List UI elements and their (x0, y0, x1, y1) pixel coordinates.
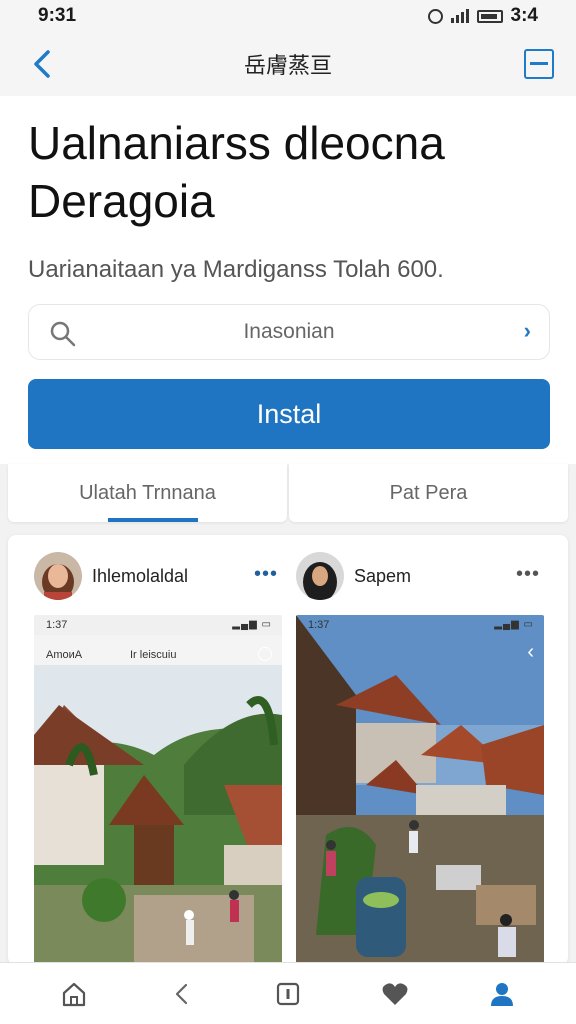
tab-first[interactable]: Ulatah Trnnana (8, 464, 287, 522)
status-bar: 9:31 3:4 (0, 0, 576, 32)
status-time: 9:31 (38, 5, 77, 26)
shot-caption: Ir leiscuiu (130, 649, 177, 661)
shot-caption: AmoиA (46, 649, 83, 661)
avatar[interactable] (34, 552, 82, 600)
shot-status-icons: ▂▄▆ ▭ (232, 619, 272, 630)
more-options-icon[interactable]: ••• (254, 563, 278, 586)
chevron-right-icon: › (523, 318, 531, 343)
battery-text: 3:4 (510, 5, 538, 26)
post-image[interactable]: 1:37 ▂▄▆ ▭ ‹ (296, 615, 544, 965)
nav-home[interactable] (54, 974, 94, 1014)
more-options-icon[interactable]: ••• (516, 563, 540, 586)
profile-icon (491, 982, 514, 1006)
back-icon (175, 983, 187, 1004)
shot-time: 1:37 (46, 619, 68, 631)
nav-profile[interactable] (482, 974, 522, 1014)
feed: Ihlemolaldal ••• 1:37 ▂▄▆ ▭ AmoиA Ir lei… (8, 535, 568, 965)
square-icon (276, 982, 300, 1005)
post-card[interactable]: Ihlemolaldal ••• 1:37 ▂▄▆ ▭ AmoиA Ir lei… (28, 535, 292, 965)
tab-bar: Ulatah Trnnana Pat Pera (8, 464, 568, 522)
avatar[interactable] (296, 552, 344, 600)
app-headline: Ualnaniarss dleocna Deragoia (28, 117, 445, 227)
menu-button[interactable] (524, 49, 554, 79)
bottom-nav (0, 962, 576, 1024)
install-button[interactable]: Instal (28, 379, 550, 449)
heart-icon (382, 982, 408, 1005)
battery-icon (476, 9, 503, 23)
post-username[interactable]: Sapem (354, 566, 411, 587)
app-detail: Ualnaniarss dleocna Deragoia Uarianaitaa… (0, 96, 576, 464)
status-icons: 3:4 (427, 5, 538, 27)
chevron-left-icon (34, 50, 50, 78)
page-title: 岳膚蒸亘 (243, 53, 332, 78)
post-username[interactable]: Ihlemolaldal (92, 566, 188, 587)
top-app-bar: 岳膚蒸亘 (0, 32, 576, 96)
post-header: Sapem ••• (296, 551, 546, 601)
shot-status-icons: ▂▄▆ ▭ (494, 619, 534, 630)
circle-icon (258, 647, 272, 661)
search-icon (50, 321, 76, 347)
nav-favorites[interactable] (375, 974, 415, 1014)
share-icon[interactable]: ‹ (527, 641, 534, 664)
post-card[interactable]: Sapem ••• 1:37 ▂▄▆ ▭ ‹ (290, 535, 554, 965)
nav-back[interactable] (161, 974, 201, 1014)
alarm-icon (427, 8, 443, 24)
post-image[interactable]: 1:37 ▂▄▆ ▭ AmoиA Ir leiscuiu (34, 615, 282, 965)
search-field[interactable]: Inasonian › (28, 304, 550, 360)
shot-time: 1:37 (308, 619, 330, 631)
app-subtitle: Uarianaitaan ya Mardiganss Tolah 600. (28, 256, 444, 283)
post-header: Ihlemolaldal ••• (34, 551, 284, 601)
tab-second[interactable]: Pat Pera (289, 464, 568, 522)
back-button[interactable] (24, 46, 60, 82)
home-icon (62, 982, 85, 1006)
signal-icon (450, 9, 469, 23)
nav-square[interactable] (268, 974, 308, 1014)
search-placeholder: Inasonian (243, 320, 335, 343)
